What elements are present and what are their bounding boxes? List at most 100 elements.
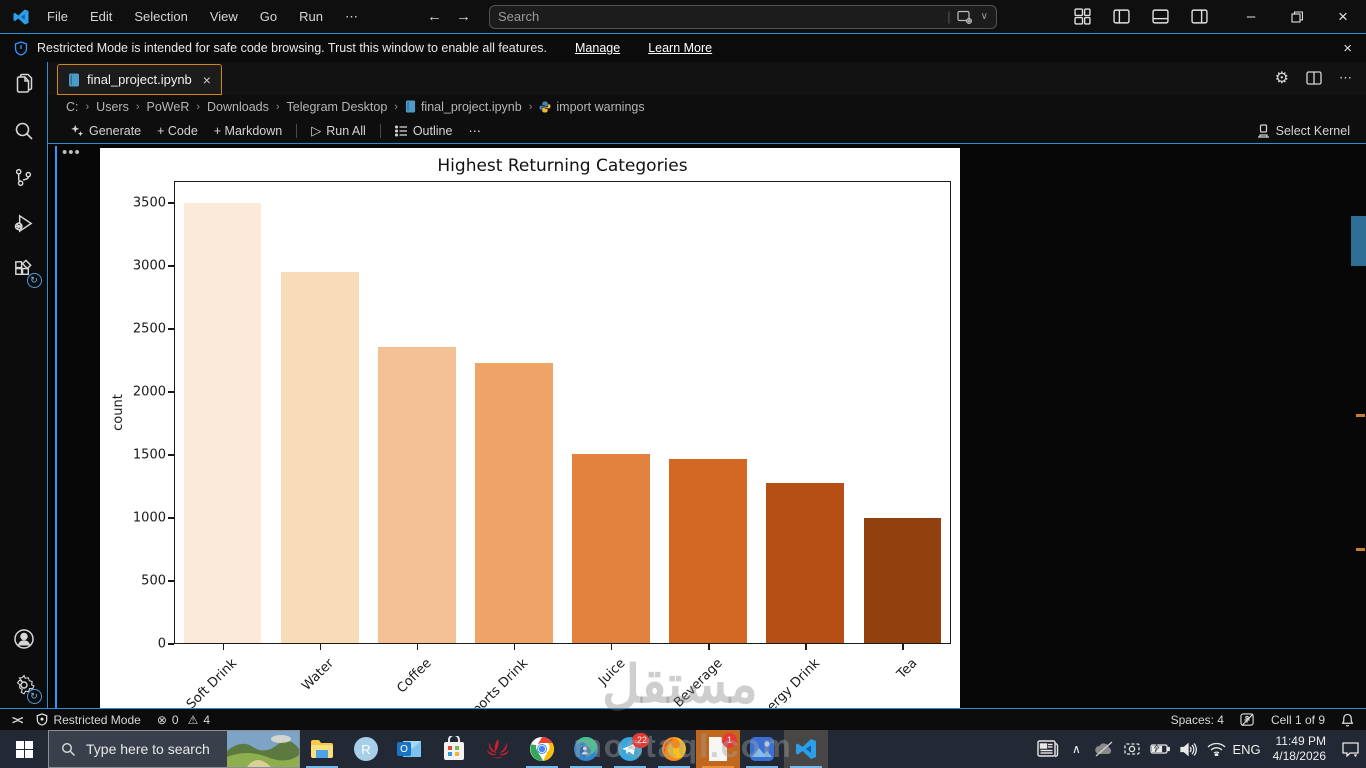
close-window-button[interactable]: × xyxy=(1320,0,1366,33)
toggle-panel-icon[interactable] xyxy=(1152,8,1169,25)
taskbar-app-huawei[interactable] xyxy=(476,730,520,768)
taskbar-app-store[interactable] xyxy=(432,730,476,768)
kernel-icon xyxy=(1257,123,1270,138)
spaces-indicator[interactable]: Spaces: 4 xyxy=(1163,713,1232,727)
search-options-icon[interactable] xyxy=(957,10,973,24)
tray-cast-icon[interactable] xyxy=(1120,730,1144,768)
tray-volume-icon[interactable] xyxy=(1176,730,1200,768)
taskbar-app-vscode[interactable] xyxy=(784,730,828,768)
outline-button[interactable]: Outline xyxy=(387,122,461,140)
settings-gear-icon[interactable]: ⚙ xyxy=(1275,68,1289,88)
menu-selection[interactable]: Selection xyxy=(125,6,196,27)
tab-final-project[interactable]: final_project.ipynb × xyxy=(57,64,222,95)
search-highlight-image[interactable] xyxy=(227,731,299,767)
breadcrumb-separator: › xyxy=(196,100,201,113)
tray-widgets-icon[interactable] xyxy=(1036,730,1060,768)
taskbar-app-chrome[interactable] xyxy=(520,730,564,768)
notification-badge: 1 xyxy=(722,733,737,748)
command-center-search[interactable]: Search | ∨ xyxy=(489,4,997,29)
more-actions-icon[interactable]: ⋯ xyxy=(1339,70,1352,86)
y-tick-mark xyxy=(168,328,174,330)
taskbar-app-firefox[interactable] xyxy=(652,730,696,768)
y-tick-label: 2500 xyxy=(132,321,166,337)
breadcrumb-item[interactable]: Users xyxy=(96,100,129,114)
taskbar-app-telegram[interactable]: .22 xyxy=(608,730,652,768)
activity-settings-icon[interactable]: ↻ xyxy=(0,662,48,708)
customize-layout-icon[interactable] xyxy=(1074,8,1091,25)
menu-run[interactable]: Run xyxy=(290,6,332,27)
generate-button[interactable]: Generate xyxy=(62,122,149,140)
restricted-mode-status[interactable]: Restricted Mode xyxy=(28,709,148,730)
menu-file[interactable]: File xyxy=(38,6,77,27)
y-tick-label: 3500 xyxy=(132,195,166,211)
taskbar-app-explorer[interactable] xyxy=(300,730,344,768)
toggle-sidebar-icon[interactable] xyxy=(1113,8,1130,25)
tray-battery-icon[interactable] xyxy=(1148,730,1172,768)
tray-onedrive-off-icon[interactable] xyxy=(1092,730,1116,768)
split-editor-icon[interactable] xyxy=(1306,70,1322,86)
y-tick-mark xyxy=(168,265,174,267)
add-markdown-button[interactable]: + Markdown xyxy=(206,122,290,140)
select-kernel-button[interactable]: Select Kernel xyxy=(1257,124,1350,138)
tray-chevron-up-icon[interactable]: ∧ xyxy=(1064,730,1088,768)
taskbar-app-r-app[interactable]: R xyxy=(344,730,388,768)
taskbar-search-input[interactable]: Type here to search xyxy=(48,730,300,768)
taskbar-app-photos[interactable] xyxy=(740,730,784,768)
notifications-bell-icon[interactable] xyxy=(1333,713,1366,727)
y-tick-label: 0 xyxy=(157,636,166,652)
menu-[interactable]: ⋯ xyxy=(336,6,367,28)
tab-bar: final_project.ipynb × ⚙ ⋯ xyxy=(48,62,1366,95)
cell-more-actions-icon[interactable]: ••• xyxy=(62,144,81,161)
breadcrumb-item[interactable]: import warnings xyxy=(539,100,645,114)
remote-indicator[interactable]: >< xyxy=(0,709,28,730)
activity-explorer-icon[interactable] xyxy=(0,62,48,108)
toolbar-more-icon[interactable]: ⋯ xyxy=(460,121,489,140)
tab-close-icon[interactable]: × xyxy=(203,72,211,88)
breadcrumb-item[interactable]: Downloads xyxy=(207,100,269,114)
run-all-button[interactable]: ▷ Run All xyxy=(303,121,374,141)
chevron-down-icon[interactable]: ∨ xyxy=(981,11,988,22)
y-tick-label: 1000 xyxy=(132,510,166,526)
scrollbar-thumb[interactable] xyxy=(1351,216,1366,266)
menu-view[interactable]: View xyxy=(201,6,247,27)
learn-more-link[interactable]: Learn More xyxy=(648,41,712,55)
activity-run-debug-icon[interactable] xyxy=(0,200,48,246)
problems-status[interactable]: ⊗ 0 ⚠ 4 xyxy=(149,709,218,730)
breadcrumb-item[interactable]: C: xyxy=(66,100,79,114)
activity-search-icon[interactable] xyxy=(0,108,48,154)
breadcrumb-item[interactable]: PoWeR xyxy=(147,100,190,114)
nav-forward-icon[interactable]: → xyxy=(456,8,471,25)
tray-wifi-icon[interactable] xyxy=(1204,730,1228,768)
minimize-button[interactable]: – xyxy=(1228,0,1274,33)
add-code-button[interactable]: + Code xyxy=(149,122,206,140)
search-label: Search xyxy=(498,9,540,24)
activity-account-icon[interactable] xyxy=(0,616,48,662)
python-icon xyxy=(539,101,551,113)
activity-source-control-icon[interactable] xyxy=(0,154,48,200)
tray-language-indicator[interactable]: ENG xyxy=(1232,730,1260,768)
restore-button[interactable] xyxy=(1274,0,1320,33)
breadcrumb-separator: › xyxy=(394,100,398,113)
status-bar: >< Restricted Mode ⊗ 0 ⚠ 4 Spaces: 4 Cell … xyxy=(0,708,1366,730)
breadcrumb-item[interactable]: Telegram Desktop xyxy=(287,100,388,114)
breadcrumb-separator: › xyxy=(275,100,280,113)
menu-go[interactable]: Go xyxy=(251,6,286,27)
tray-action-center-icon[interactable] xyxy=(1338,730,1362,768)
start-button[interactable] xyxy=(0,730,48,768)
taskbar-app-document[interactable]: 1 xyxy=(696,730,740,768)
breadcrumb-item[interactable]: final_project.ipynb xyxy=(405,100,522,114)
taskbar-app-outlook[interactable]: O xyxy=(388,730,432,768)
clock-time: 11:49 PM xyxy=(1275,734,1326,748)
activity-extensions-icon[interactable]: ↻ xyxy=(0,246,48,292)
banner-close-icon[interactable]: × xyxy=(1343,40,1352,57)
taskbar-app-edge[interactable] xyxy=(564,730,608,768)
cell-position-indicator[interactable]: Cell 1 of 9 xyxy=(1263,713,1333,727)
accessibility-icon[interactable] xyxy=(1232,712,1263,727)
breadcrumb-separator: › xyxy=(528,100,533,113)
menu-edit[interactable]: Edit xyxy=(81,6,121,27)
svg-text:O: O xyxy=(400,744,408,755)
toggle-secondary-sidebar-icon[interactable] xyxy=(1191,8,1208,25)
nav-back-icon[interactable]: ← xyxy=(427,8,442,25)
tray-clock[interactable]: 11:49 PM 4/18/2026 xyxy=(1265,734,1334,764)
manage-link[interactable]: Manage xyxy=(575,41,620,55)
